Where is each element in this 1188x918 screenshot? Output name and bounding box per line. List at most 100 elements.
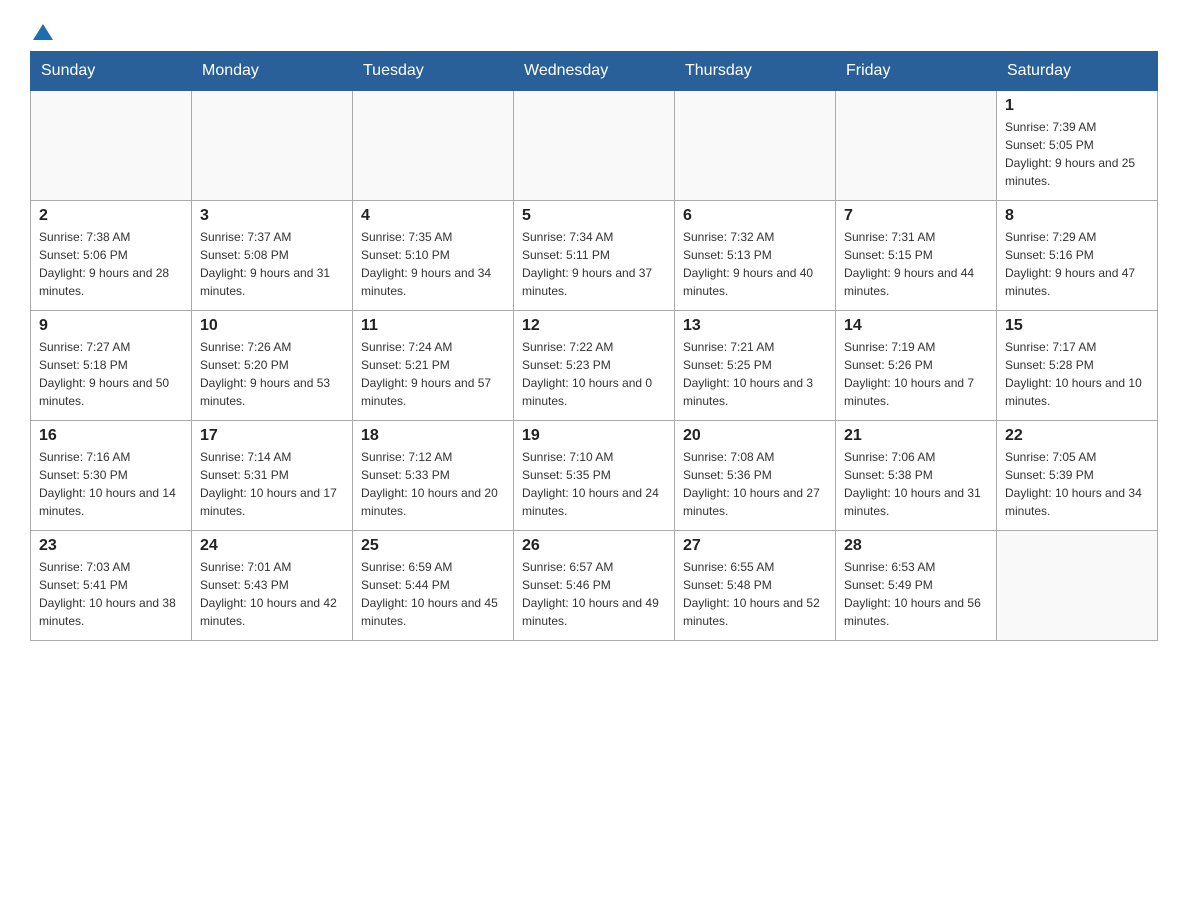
calendar-cell: 14 Sunrise: 7:19 AM Sunset: 5:26 PM Dayli…	[836, 311, 997, 421]
calendar-cell	[836, 91, 997, 201]
day-number: 17	[200, 427, 344, 445]
day-info: Sunrise: 7:37 AM Sunset: 5:08 PM Dayligh…	[200, 228, 344, 300]
day-info: Sunrise: 7:34 AM Sunset: 5:11 PM Dayligh…	[522, 228, 666, 300]
day-info: Sunrise: 6:59 AM Sunset: 5:44 PM Dayligh…	[361, 558, 505, 630]
day-info: Sunrise: 7:17 AM Sunset: 5:28 PM Dayligh…	[1005, 338, 1149, 410]
day-info: Sunrise: 7:12 AM Sunset: 5:33 PM Dayligh…	[361, 448, 505, 520]
calendar-cell: 15 Sunrise: 7:17 AM Sunset: 5:28 PM Dayli…	[997, 311, 1158, 421]
day-info: Sunrise: 6:55 AM Sunset: 5:48 PM Dayligh…	[683, 558, 827, 630]
day-number: 14	[844, 317, 988, 335]
calendar-cell: 2 Sunrise: 7:38 AM Sunset: 5:06 PM Daylig…	[31, 201, 192, 311]
day-info: Sunrise: 7:03 AM Sunset: 5:41 PM Dayligh…	[39, 558, 183, 630]
col-header-wednesday: Wednesday	[514, 52, 675, 91]
calendar-cell	[997, 531, 1158, 641]
day-info: Sunrise: 7:10 AM Sunset: 5:35 PM Dayligh…	[522, 448, 666, 520]
day-info: Sunrise: 7:31 AM Sunset: 5:15 PM Dayligh…	[844, 228, 988, 300]
day-number: 28	[844, 537, 988, 555]
calendar-cell: 25Sunrise: 6:59 AM Sunset: 5:44 PM Dayli…	[353, 531, 514, 641]
day-info: Sunrise: 7:08 AM Sunset: 5:36 PM Dayligh…	[683, 448, 827, 520]
calendar-cell	[514, 91, 675, 201]
day-info: Sunrise: 7:01 AM Sunset: 5:43 PM Dayligh…	[200, 558, 344, 630]
calendar-header-row: SundayMondayTuesdayWednesdayThursdayFrid…	[31, 52, 1158, 91]
calendar-cell	[192, 91, 353, 201]
day-number: 8	[1005, 207, 1149, 225]
calendar-cell: 8 Sunrise: 7:29 AM Sunset: 5:16 PM Daylig…	[997, 201, 1158, 311]
day-info: Sunrise: 6:57 AM Sunset: 5:46 PM Dayligh…	[522, 558, 666, 630]
day-number: 15	[1005, 317, 1149, 335]
calendar-cell: 22 Sunrise: 7:05 AM Sunset: 5:39 PM Dayli…	[997, 421, 1158, 531]
col-header-friday: Friday	[836, 52, 997, 91]
calendar-cell: 12 Sunrise: 7:22 AM Sunset: 5:23 PM Dayli…	[514, 311, 675, 421]
calendar-cell: 24 Sunrise: 7:01 AM Sunset: 5:43 PM Dayli…	[192, 531, 353, 641]
day-number: 24	[200, 537, 344, 555]
day-number: 16	[39, 427, 183, 445]
calendar-cell: 16 Sunrise: 7:16 AM Sunset: 5:30 PM Dayli…	[31, 421, 192, 531]
calendar-cell	[675, 91, 836, 201]
calendar-cell: 6 Sunrise: 7:32 AM Sunset: 5:13 PM Daylig…	[675, 201, 836, 311]
calendar-cell: 26 Sunrise: 6:57 AM Sunset: 5:46 PM Dayli…	[514, 531, 675, 641]
day-number: 19	[522, 427, 666, 445]
day-info: Sunrise: 7:32 AM Sunset: 5:13 PM Dayligh…	[683, 228, 827, 300]
calendar-cell: 7Sunrise: 7:31 AM Sunset: 5:15 PM Daylig…	[836, 201, 997, 311]
day-number: 3	[200, 207, 344, 225]
day-number: 4	[361, 207, 505, 225]
page-header	[30, 20, 1158, 41]
calendar-week-row: 9 Sunrise: 7:27 AM Sunset: 5:18 PM Daylig…	[31, 311, 1158, 421]
day-number: 6	[683, 207, 827, 225]
day-number: 9	[39, 317, 183, 335]
col-header-thursday: Thursday	[675, 52, 836, 91]
calendar-cell: 17 Sunrise: 7:14 AM Sunset: 5:31 PM Dayli…	[192, 421, 353, 531]
day-info: Sunrise: 7:38 AM Sunset: 5:06 PM Dayligh…	[39, 228, 183, 300]
day-number: 1	[1005, 97, 1149, 115]
day-info: Sunrise: 6:53 AM Sunset: 5:49 PM Dayligh…	[844, 558, 988, 630]
calendar-cell	[353, 91, 514, 201]
day-info: Sunrise: 7:24 AM Sunset: 5:21 PM Dayligh…	[361, 338, 505, 410]
day-number: 27	[683, 537, 827, 555]
calendar-cell: 19 Sunrise: 7:10 AM Sunset: 5:35 PM Dayli…	[514, 421, 675, 531]
col-header-sunday: Sunday	[31, 52, 192, 91]
calendar-week-row: 16 Sunrise: 7:16 AM Sunset: 5:30 PM Dayli…	[31, 421, 1158, 531]
day-number: 20	[683, 427, 827, 445]
day-number: 21	[844, 427, 988, 445]
calendar-week-row: 23 Sunrise: 7:03 AM Sunset: 5:41 PM Dayli…	[31, 531, 1158, 641]
day-info: Sunrise: 7:19 AM Sunset: 5:26 PM Dayligh…	[844, 338, 988, 410]
logo-triangle-icon	[33, 22, 53, 42]
day-info: Sunrise: 7:22 AM Sunset: 5:23 PM Dayligh…	[522, 338, 666, 410]
col-header-monday: Monday	[192, 52, 353, 91]
day-number: 22	[1005, 427, 1149, 445]
calendar-cell: 13Sunrise: 7:21 AM Sunset: 5:25 PM Dayli…	[675, 311, 836, 421]
calendar-cell: 18 Sunrise: 7:12 AM Sunset: 5:33 PM Dayli…	[353, 421, 514, 531]
day-number: 18	[361, 427, 505, 445]
calendar-cell	[31, 91, 192, 201]
day-number: 11	[361, 317, 505, 335]
calendar-week-row: 2 Sunrise: 7:38 AM Sunset: 5:06 PM Daylig…	[31, 201, 1158, 311]
day-info: Sunrise: 7:06 AM Sunset: 5:38 PM Dayligh…	[844, 448, 988, 520]
calendar-cell: 10 Sunrise: 7:26 AM Sunset: 5:20 PM Dayli…	[192, 311, 353, 421]
day-number: 12	[522, 317, 666, 335]
calendar-cell: 4 Sunrise: 7:35 AM Sunset: 5:10 PM Daylig…	[353, 201, 514, 311]
day-number: 23	[39, 537, 183, 555]
calendar-cell: 3 Sunrise: 7:37 AM Sunset: 5:08 PM Daylig…	[192, 201, 353, 311]
col-header-tuesday: Tuesday	[353, 52, 514, 91]
day-info: Sunrise: 7:27 AM Sunset: 5:18 PM Dayligh…	[39, 338, 183, 410]
day-number: 2	[39, 207, 183, 225]
day-info: Sunrise: 7:29 AM Sunset: 5:16 PM Dayligh…	[1005, 228, 1149, 300]
calendar-cell: 11 Sunrise: 7:24 AM Sunset: 5:21 PM Dayli…	[353, 311, 514, 421]
day-info: Sunrise: 7:21 AM Sunset: 5:25 PM Dayligh…	[683, 338, 827, 410]
calendar-cell: 20 Sunrise: 7:08 AM Sunset: 5:36 PM Dayli…	[675, 421, 836, 531]
day-info: Sunrise: 7:16 AM Sunset: 5:30 PM Dayligh…	[39, 448, 183, 520]
day-info: Sunrise: 7:35 AM Sunset: 5:10 PM Dayligh…	[361, 228, 505, 300]
calendar-cell: 21 Sunrise: 7:06 AM Sunset: 5:38 PM Dayli…	[836, 421, 997, 531]
calendar-cell: 5Sunrise: 7:34 AM Sunset: 5:11 PM Daylig…	[514, 201, 675, 311]
day-info: Sunrise: 7:14 AM Sunset: 5:31 PM Dayligh…	[200, 448, 344, 520]
day-number: 26	[522, 537, 666, 555]
calendar-cell: 23 Sunrise: 7:03 AM Sunset: 5:41 PM Dayli…	[31, 531, 192, 641]
day-info: Sunrise: 7:26 AM Sunset: 5:20 PM Dayligh…	[200, 338, 344, 410]
calendar-week-row: 1Sunrise: 7:39 AM Sunset: 5:05 PM Daylig…	[31, 91, 1158, 201]
calendar-table: SundayMondayTuesdayWednesdayThursdayFrid…	[30, 51, 1158, 641]
day-info: Sunrise: 7:05 AM Sunset: 5:39 PM Dayligh…	[1005, 448, 1149, 520]
calendar-cell: 9 Sunrise: 7:27 AM Sunset: 5:18 PM Daylig…	[31, 311, 192, 421]
logo	[30, 20, 53, 41]
calendar-cell: 27 Sunrise: 6:55 AM Sunset: 5:48 PM Dayli…	[675, 531, 836, 641]
day-number: 10	[200, 317, 344, 335]
